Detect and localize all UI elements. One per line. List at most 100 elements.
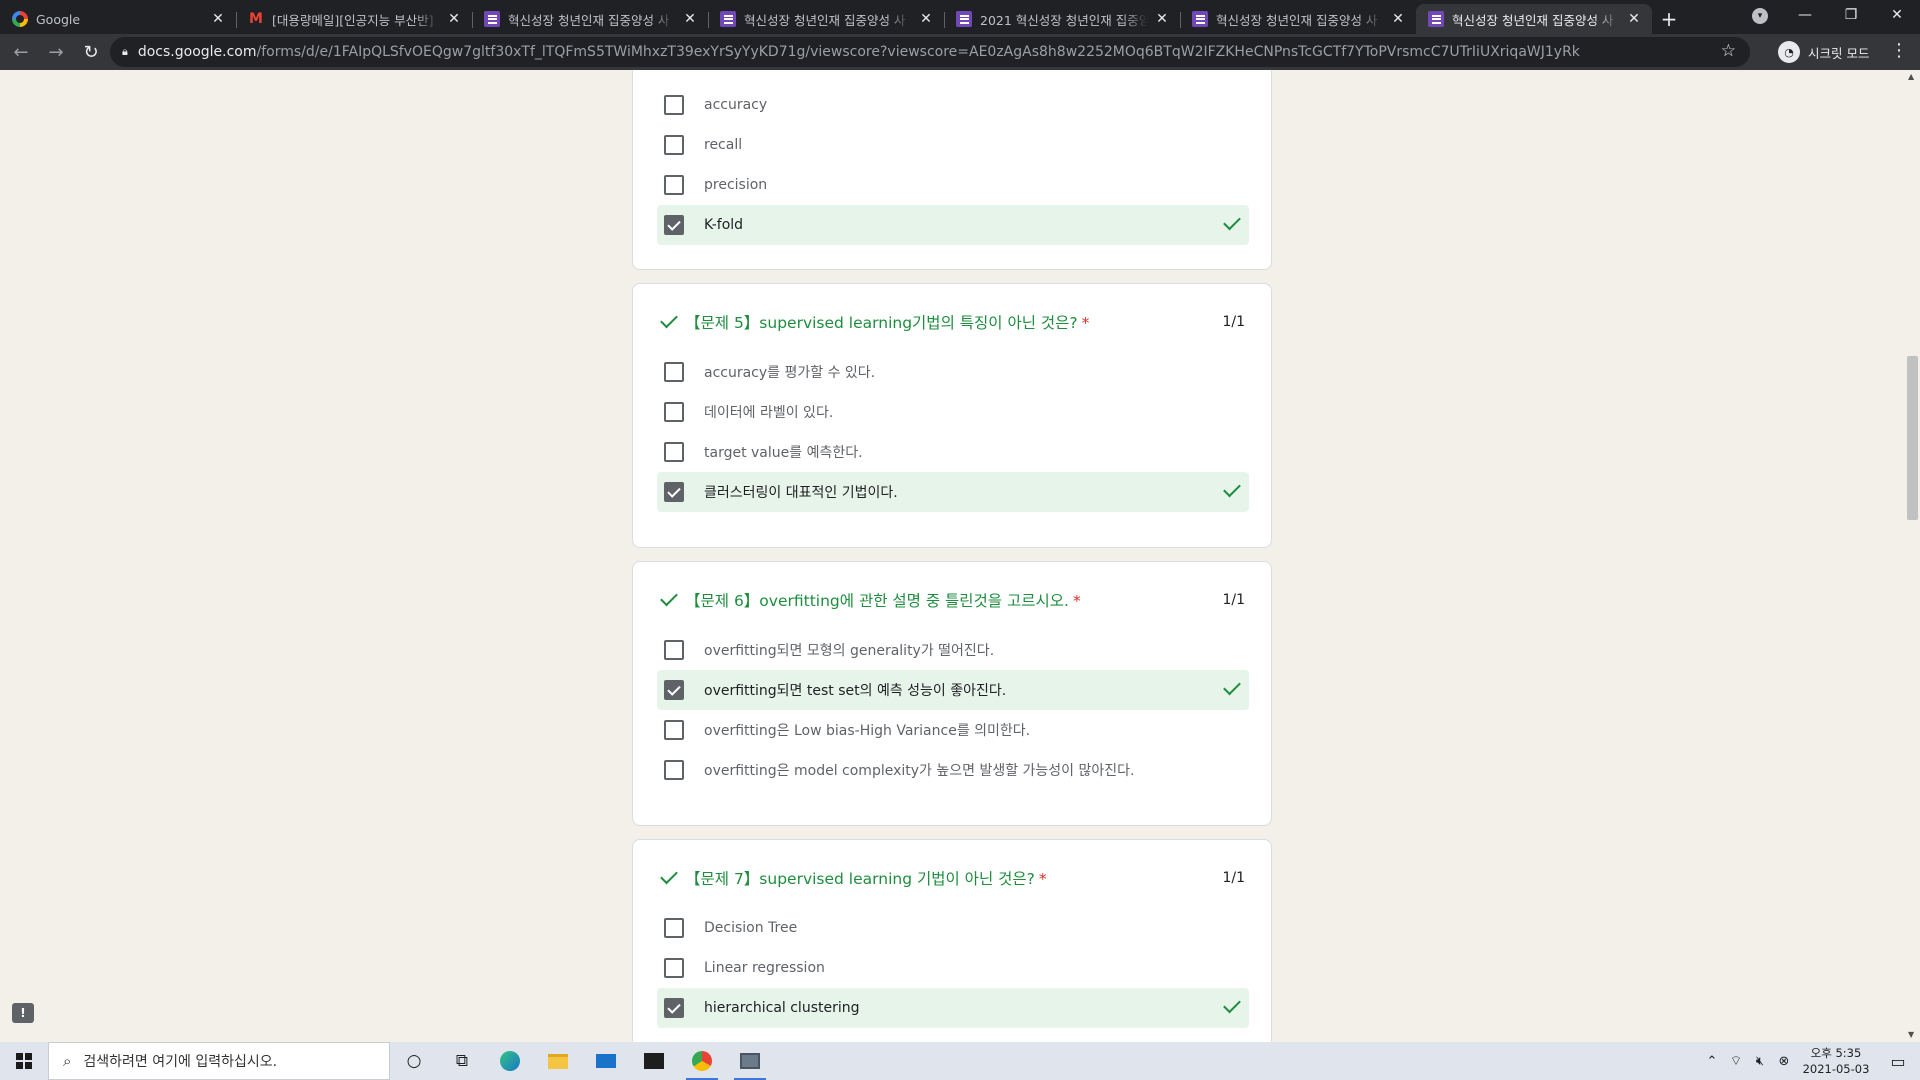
question-header: 【문제 7】supervised learning 기법이 아닌 것은? * 1/…: [659, 866, 1245, 890]
checkbox-checked[interactable]: [664, 482, 684, 502]
scroll-down-arrow-icon[interactable]: ▼: [1908, 1030, 1914, 1039]
checkbox[interactable]: [664, 918, 684, 938]
volume-muted-icon[interactable]: 🔇︎: [1748, 1054, 1772, 1069]
question-score: 1/1: [1222, 592, 1245, 608]
checkbox[interactable]: [664, 362, 684, 382]
close-tab-icon[interactable]: ✕: [1154, 11, 1170, 27]
checkbox[interactable]: [664, 640, 684, 660]
lock-icon: 🔒︎: [122, 45, 128, 58]
close-tab-icon[interactable]: ✕: [1626, 11, 1642, 27]
network-icon[interactable]: ⌔: [1724, 1053, 1748, 1069]
form-page: accuracy recall precision K-fold 【문제 5】s…: [0, 70, 1920, 1042]
option-row[interactable]: overfitting되면 모형의 generality가 떨어진다.: [657, 630, 1249, 670]
option-row[interactable]: accuracy: [657, 85, 1249, 125]
scroll-up-arrow-icon[interactable]: ▲: [1908, 72, 1914, 81]
address-bar[interactable]: 🔒︎ docs.google.com /forms/d/e/1FAIpQLSfv…: [110, 37, 1750, 67]
browser-tab[interactable]: 혁신성장 청년인재 집중양성 사 ✕: [708, 4, 944, 34]
option-row-selected[interactable]: K-fold: [657, 205, 1249, 245]
question-title: 【문제 5】supervised learning기법의 특징이 아닌 것은? *: [685, 314, 1090, 332]
browser-tab[interactable]: M [대용량메일][인공지능 부산반] 2 ✕: [236, 4, 472, 34]
window-controls: — ❐ ✕: [1782, 0, 1920, 34]
checkbox[interactable]: [664, 175, 684, 195]
close-tab-icon[interactable]: ✕: [1390, 11, 1406, 27]
page-scrollbar[interactable]: ▲ ▼: [1904, 70, 1920, 1042]
option-label: overfitting되면 test set의 예측 성능이 좋아진다.: [704, 683, 1007, 699]
file-explorer-icon[interactable]: [534, 1042, 582, 1080]
close-tab-icon[interactable]: ✕: [918, 11, 934, 27]
correct-check-icon: [1221, 214, 1241, 234]
minimize-button[interactable]: —: [1782, 0, 1828, 30]
checkbox-checked[interactable]: [664, 215, 684, 235]
browser-tab[interactable]: 2021 혁신성장 청년인재 집중양 ✕: [944, 4, 1180, 34]
option-row-selected[interactable]: 클러스터링이 대표적인 기법이다.: [657, 472, 1249, 512]
tab-title: 혁신성장 청년인재 집중양성 사: [744, 12, 906, 28]
terminal-icon[interactable]: [630, 1042, 678, 1080]
app-window-icon[interactable]: [726, 1042, 774, 1080]
option-label: K-fold: [704, 217, 744, 233]
incognito-indicator[interactable]: ◔ 시크릿 모드: [1778, 38, 1869, 66]
checkbox[interactable]: [664, 402, 684, 422]
back-arrow-icon[interactable]: ←: [7, 38, 35, 66]
close-tab-icon[interactable]: ✕: [682, 11, 698, 27]
option-row[interactable]: accuracy를 평가할 수 있다.: [657, 352, 1249, 392]
option-row[interactable]: overfitting은 model complexity가 높으면 발생할 가…: [657, 750, 1249, 790]
checkbox[interactable]: [664, 442, 684, 462]
start-button[interactable]: [0, 1042, 48, 1080]
browser-tab-active[interactable]: 혁신성장 청년인재 집중양성 사 ✕: [1416, 4, 1652, 34]
restore-button[interactable]: ❐: [1828, 0, 1874, 30]
close-tab-icon[interactable]: ✕: [446, 11, 462, 27]
more-menu-icon[interactable]: ⋮: [1890, 40, 1908, 61]
option-row[interactable]: Decision Tree: [657, 908, 1249, 948]
browser-tab[interactable]: 혁신성장 청년인재 집중양성 사 ✕: [1180, 4, 1416, 34]
option-row[interactable]: 데이터에 라벨이 있다.: [657, 392, 1249, 432]
reload-icon[interactable]: ↻: [77, 38, 105, 66]
forms-icon: [956, 11, 972, 27]
taskbar-search-box[interactable]: ⌕ 검색하려면 여기에 입력하십시오.: [48, 1042, 390, 1080]
question-title: 【문제 7】supervised learning 기법이 아닌 것은? *: [685, 870, 1047, 888]
forward-arrow-icon[interactable]: →: [42, 38, 70, 66]
clock-date: 2021-05-03: [1802, 1062, 1870, 1076]
taskbar-search-placeholder: 검색하려면 여기에 입력하십시오.: [83, 1054, 278, 1070]
notification-icon[interactable]: ▭: [1876, 1052, 1920, 1071]
checkbox[interactable]: [664, 720, 684, 740]
show-hidden-icons-icon[interactable]: ⌃: [1700, 1054, 1724, 1069]
browser-tab[interactable]: Google ✕: [0, 4, 236, 34]
windows-logo-icon: [16, 1053, 32, 1069]
forms-icon: [1192, 11, 1208, 27]
option-label: Decision Tree: [704, 920, 798, 936]
option-label: 데이터에 라벨이 있다.: [704, 405, 834, 421]
question-card: 【문제 5】supervised learning기법의 특징이 아닌 것은? *…: [632, 283, 1272, 548]
question-header: 【문제 5】supervised learning기법의 특징이 아닌 것은? *…: [659, 310, 1245, 334]
mail-icon[interactable]: [582, 1042, 630, 1080]
clock[interactable]: 오후 5:35 2021-05-03: [1796, 1045, 1876, 1077]
browser-tab[interactable]: 혁신성장 청년인재 집중양성 사 ✕: [472, 4, 708, 34]
option-row-selected[interactable]: hierarchical clustering: [657, 988, 1249, 1028]
option-row[interactable]: overfitting은 Low bias-High Variance를 의미한…: [657, 710, 1249, 750]
option-label: accuracy를 평가할 수 있다.: [704, 365, 876, 381]
checkbox[interactable]: [664, 958, 684, 978]
tab-search-icon[interactable]: ▾: [1752, 8, 1768, 24]
option-row[interactable]: target value를 예측한다.: [657, 432, 1249, 472]
scrollbar-thumb[interactable]: [1907, 356, 1918, 520]
chrome-icon[interactable]: [678, 1042, 726, 1080]
checkbox-checked[interactable]: [664, 998, 684, 1018]
new-tab-button[interactable]: +: [1652, 4, 1686, 34]
checkbox[interactable]: [664, 760, 684, 780]
option-row[interactable]: precision: [657, 165, 1249, 205]
checkbox[interactable]: [664, 135, 684, 155]
option-row-selected[interactable]: overfitting되면 test set의 예측 성능이 좋아진다.: [657, 670, 1249, 710]
task-view-icon[interactable]: ⧉: [438, 1042, 486, 1080]
option-label: precision: [704, 177, 768, 193]
cortana-icon[interactable]: ○: [390, 1042, 438, 1080]
bookmark-star-icon[interactable]: ☆: [1721, 41, 1736, 61]
checkbox[interactable]: [664, 95, 684, 115]
close-tab-icon[interactable]: ✕: [210, 11, 226, 27]
option-row[interactable]: recall: [657, 125, 1249, 165]
status-icon[interactable]: ⊗: [1772, 1054, 1796, 1069]
feedback-icon[interactable]: !: [12, 1003, 34, 1023]
checkbox-checked[interactable]: [664, 680, 684, 700]
option-row[interactable]: Linear regression: [657, 948, 1249, 988]
edge-icon[interactable]: [486, 1042, 534, 1080]
required-mark: *: [1081, 314, 1090, 332]
close-window-button[interactable]: ✕: [1874, 0, 1920, 30]
